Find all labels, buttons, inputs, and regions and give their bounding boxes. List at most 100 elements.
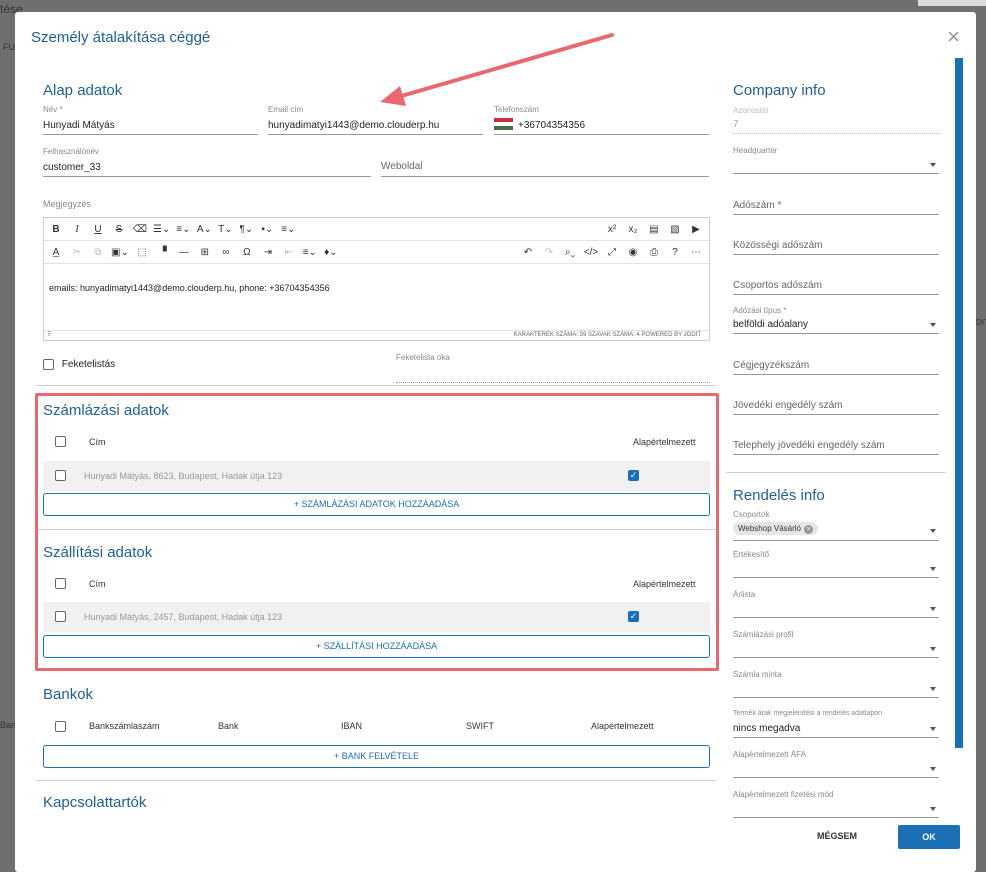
add-bank-button[interactable]: + BANK FELVÉTELE bbox=[43, 745, 710, 768]
tax-number-input[interactable]: Adószám * bbox=[733, 198, 939, 215]
subscript-icon[interactable]: x₂ bbox=[625, 224, 641, 235]
align-left-icon[interactable]: ≡⌄ bbox=[302, 247, 318, 258]
align-icon[interactable]: ≡⌄ bbox=[280, 224, 296, 235]
eraser-icon[interactable]: ⌫ bbox=[132, 224, 148, 235]
table-icon[interactable]: ⊞ bbox=[197, 247, 213, 258]
company-reg-field[interactable]: Cégjegyzékszám bbox=[733, 358, 939, 375]
blacklist-checkbox[interactable] bbox=[43, 359, 54, 370]
bullet-list-icon[interactable]: ☰⌄ bbox=[153, 224, 170, 235]
strikethrough-icon[interactable]: S bbox=[111, 224, 127, 235]
file-icon[interactable]: ▤ bbox=[646, 224, 662, 235]
tax-number-field[interactable]: Adószám * bbox=[733, 198, 939, 215]
product-price-display-field[interactable]: Termék árak megjelenítési a rendelés ada… bbox=[733, 710, 939, 738]
invoice-template-field[interactable]: Számla minta bbox=[733, 670, 939, 698]
name-input[interactable]: Hunyadi Mátyás bbox=[43, 117, 258, 135]
website-field[interactable]: Weboldal bbox=[381, 159, 709, 177]
superscript-icon[interactable]: x² bbox=[604, 224, 620, 235]
fullsize-icon[interactable]: ⤢ bbox=[604, 247, 620, 258]
image-icon[interactable]: ▧ bbox=[667, 224, 683, 235]
email-input[interactable]: hunyadimatyi1443@demo.clouderp.hu bbox=[268, 117, 483, 135]
bold-icon[interactable]: B bbox=[48, 224, 64, 235]
pricelist-field[interactable]: Árlista bbox=[733, 590, 939, 618]
site-excise-field[interactable]: Telephely jövedéki engedély szám bbox=[733, 438, 939, 455]
classes-icon[interactable]: ▪⌄ bbox=[259, 224, 275, 235]
brush-icon[interactable]: ♦⌄ bbox=[323, 247, 339, 258]
product-price-display-label: Termék árak megjelenítési a rendelés ada… bbox=[733, 710, 883, 717]
headquarter-select[interactable] bbox=[733, 157, 939, 174]
close-icon[interactable]: × bbox=[947, 26, 960, 48]
copy-format-icon[interactable]: ▝ bbox=[155, 247, 171, 258]
source-icon[interactable]: </> bbox=[583, 247, 599, 258]
default-vat-label: Alapértelmezett ÁFA bbox=[733, 750, 806, 759]
cancel-button[interactable]: MÉGSEM bbox=[817, 831, 857, 841]
paragraph-icon[interactable]: ¶⌄ bbox=[238, 224, 254, 235]
bank-select-all-checkbox[interactable] bbox=[55, 721, 66, 732]
product-price-display-select[interactable]: nincs megadva bbox=[733, 721, 939, 738]
blacklist-reason-input[interactable] bbox=[396, 365, 710, 383]
paste-icon[interactable]: ▣⌄ bbox=[111, 247, 129, 258]
about-icon[interactable]: ? bbox=[667, 247, 683, 258]
username-input[interactable]: customer_33 bbox=[43, 159, 371, 177]
ok-button[interactable]: OK bbox=[898, 825, 960, 849]
group-tax-input[interactable]: Csoportos adószám bbox=[733, 278, 939, 295]
group-chip[interactable]: Webshop Vásárló × bbox=[733, 522, 818, 535]
hungary-flag-icon[interactable] bbox=[494, 118, 513, 130]
font-icon[interactable]: A⌄ bbox=[196, 224, 212, 235]
video-icon[interactable]: ▶ bbox=[688, 224, 704, 235]
rich-text-editor[interactable]: B I U S ⌫ ☰⌄ ≡⌄ A⌄ T⌄ ¶⌄ ▪⌄ ≡⌄ x² x₂ ▤ ▧… bbox=[43, 217, 710, 341]
tax-type-select[interactable]: belföldi adóalany bbox=[733, 317, 939, 334]
group-tax-field[interactable]: Csoportos adószám bbox=[733, 278, 939, 295]
salesperson-field[interactable]: Értékesítő bbox=[733, 550, 939, 578]
cut-icon[interactable]: ✂ bbox=[69, 247, 85, 258]
link-icon[interactable]: ∞ bbox=[218, 247, 234, 258]
scrollbar[interactable] bbox=[955, 58, 963, 748]
headquarter-field[interactable]: Headquarter bbox=[733, 146, 939, 174]
phone-input[interactable]: +36704354356 bbox=[494, 117, 709, 135]
invoice-template-select[interactable] bbox=[733, 681, 939, 698]
font-size-icon[interactable]: T⌄ bbox=[217, 224, 233, 235]
name-field[interactable]: Név * Hunyadi Mátyás bbox=[43, 105, 258, 135]
numbered-list-icon[interactable]: ≡⌄ bbox=[175, 224, 191, 235]
username-field[interactable]: Felhasználónév customer_33 bbox=[43, 147, 371, 177]
salesperson-select[interactable] bbox=[733, 561, 939, 578]
excise-license-field[interactable]: Jövedéki engedély szám bbox=[733, 398, 939, 415]
default-vat-field[interactable]: Alapértelmezett ÁFA bbox=[733, 750, 939, 778]
symbol-icon[interactable]: Ω bbox=[239, 247, 255, 258]
select-all-icon[interactable]: ⬚ bbox=[134, 247, 150, 258]
blacklist-checkbox-row[interactable]: Feketelistás bbox=[43, 359, 115, 370]
spellcheck-icon[interactable]: A̲ bbox=[48, 247, 64, 258]
groups-select[interactable]: Webshop Vásárló × bbox=[733, 521, 939, 541]
outdent-icon[interactable]: ⇤ bbox=[281, 247, 297, 258]
chevron-down-icon bbox=[930, 727, 936, 731]
website-input[interactable]: Weboldal bbox=[381, 159, 709, 177]
print-icon[interactable]: ⎙ bbox=[646, 247, 662, 258]
excise-license-input[interactable]: Jövedéki engedély szám bbox=[733, 398, 939, 415]
close-icon[interactable]: × bbox=[804, 525, 813, 534]
preview-icon[interactable]: ◉ bbox=[625, 247, 641, 258]
email-field[interactable]: Email cím hunyadimatyi1443@demo.clouderp… bbox=[268, 105, 483, 135]
phone-field[interactable]: Telefonszám +36704354356 bbox=[494, 105, 709, 135]
redo-icon[interactable]: ↷ bbox=[541, 247, 557, 258]
community-tax-input[interactable]: Közösségi adószám bbox=[733, 238, 939, 255]
pricelist-select[interactable] bbox=[733, 601, 939, 618]
default-vat-select[interactable] bbox=[733, 761, 939, 778]
italic-icon[interactable]: I bbox=[69, 224, 85, 235]
billing-profile-field[interactable]: Számlázási profil bbox=[733, 630, 939, 658]
undo-icon[interactable]: ↶ bbox=[520, 247, 536, 258]
site-excise-input[interactable]: Telephely jövedéki engedély szám bbox=[733, 438, 939, 455]
billing-profile-select[interactable] bbox=[733, 641, 939, 658]
more-icon[interactable]: ⋯ bbox=[688, 247, 704, 258]
copy-icon[interactable]: ⧉ bbox=[90, 247, 106, 258]
default-payment-field[interactable]: Alapértelmezett fizetési mód bbox=[733, 790, 939, 818]
horizontal-line-icon[interactable]: — bbox=[176, 247, 192, 258]
blacklist-reason-field[interactable]: Feketelista oka bbox=[396, 353, 710, 383]
underline-icon[interactable]: U bbox=[90, 224, 106, 235]
company-reg-input[interactable]: Cégjegyzékszám bbox=[733, 358, 939, 375]
indent-icon[interactable]: ⇥ bbox=[260, 247, 276, 258]
community-tax-field[interactable]: Közösségi adószám bbox=[733, 238, 939, 255]
default-payment-select[interactable] bbox=[733, 801, 939, 818]
editor-content[interactable]: emails: hunyadimatyi1443@demo.clouderp.h… bbox=[49, 283, 330, 293]
groups-field[interactable]: Csoportok Webshop Vásárló × bbox=[733, 510, 939, 541]
tax-type-field[interactable]: Adózási típus * belföldi adóalany bbox=[733, 306, 939, 334]
search-icon[interactable]: ⌕⌄ bbox=[562, 247, 578, 258]
